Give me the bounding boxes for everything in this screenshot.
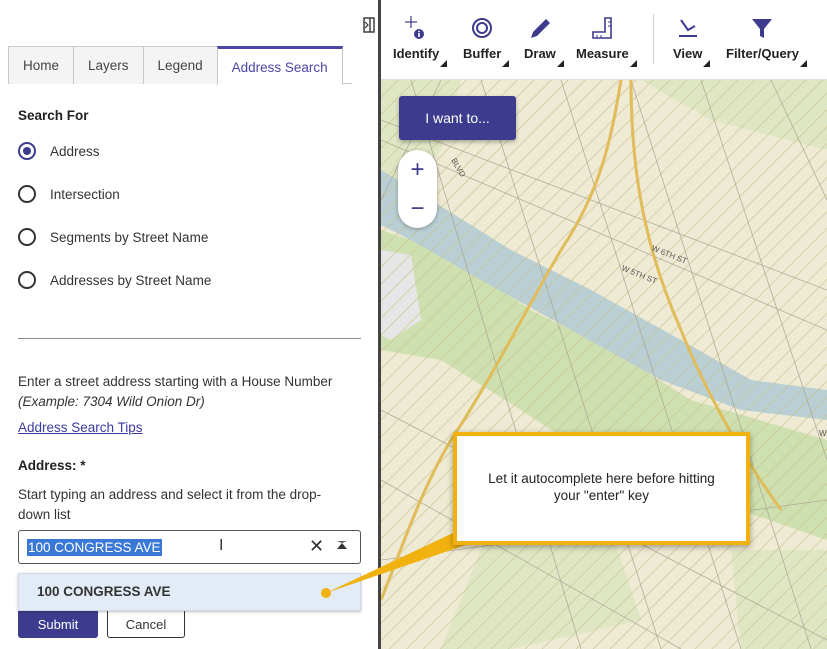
identify-icon xyxy=(393,14,439,46)
radio-intersection[interactable]: Intersection xyxy=(18,185,120,203)
tab-legend[interactable]: Legend xyxy=(142,46,218,84)
filter-query-tool[interactable]: Filter/Query xyxy=(726,14,807,67)
radio-unchecked-icon xyxy=(18,271,36,289)
address-hint-line2: down list xyxy=(18,507,71,522)
callout-line1: Let it autocomplete here before hitting xyxy=(488,471,715,486)
funnel-icon xyxy=(726,14,799,46)
tool-menu-indicator xyxy=(703,60,711,67)
measure-tool[interactable]: Measure xyxy=(576,14,637,67)
measure-label: Measure xyxy=(576,46,629,61)
search-for-heading: Search For xyxy=(18,108,89,123)
ruler-icon xyxy=(576,14,629,46)
i-want-to-button[interactable]: I want to... xyxy=(399,96,516,140)
draw-tool[interactable]: Draw xyxy=(524,14,564,67)
address-input-value: 100 CONGRESS AVE xyxy=(27,539,162,556)
tab-layers-label: Layers xyxy=(88,58,129,73)
zoom-out-button[interactable]: − xyxy=(398,189,437,228)
submit-button[interactable]: Submit xyxy=(18,611,98,638)
autocomplete-dropdown: 100 CONGRESS AVE xyxy=(18,573,361,611)
radio-address[interactable]: Address xyxy=(18,142,100,160)
address-field-label: Address: * xyxy=(18,458,86,473)
map-graphics: BLVD W 6TH ST W 5TH ST W xyxy=(381,80,827,649)
tab-home-label: Home xyxy=(23,58,60,73)
chevron-up-icon[interactable] xyxy=(337,541,347,549)
tool-menu-indicator xyxy=(629,60,637,67)
tool-menu-indicator xyxy=(799,60,807,67)
identify-tool[interactable]: Identify xyxy=(393,14,448,67)
cancel-button[interactable]: Cancel xyxy=(107,611,185,638)
radio-segments-by-street[interactable]: Segments by Street Name xyxy=(18,228,208,246)
view-label: View xyxy=(673,46,703,61)
radio-address-label: Address xyxy=(50,143,100,159)
buffer-label: Buffer xyxy=(463,46,502,61)
radio-checked-icon xyxy=(18,142,36,160)
address-hint-line1: Start typing an address and select it fr… xyxy=(18,487,322,502)
address-input[interactable]: 100 CONGRESS AVE Ι ✕ xyxy=(18,530,361,564)
radio-intersection-label: Intersection xyxy=(50,186,120,202)
view-icon xyxy=(673,14,702,46)
view-tool[interactable]: View xyxy=(673,14,711,67)
radio-unchecked-icon xyxy=(18,185,36,203)
tool-menu-indicator xyxy=(556,60,564,67)
tab-layers[interactable]: Layers xyxy=(73,46,144,84)
draw-label: Draw xyxy=(524,46,556,61)
map-toolbar: Identify Buffer Draw Measure View Filter… xyxy=(381,0,827,80)
zoom-in-button[interactable]: + xyxy=(398,150,437,189)
tab-bar: Home Layers Legend Address Search xyxy=(8,46,352,85)
tab-home[interactable]: Home xyxy=(8,46,75,84)
annotation-callout: Let it autocomplete here before hitting … xyxy=(453,432,750,545)
tab-address-search-label: Address Search xyxy=(231,59,328,75)
radio-addresses-label: Addresses by Street Name xyxy=(50,272,212,288)
radio-segments-label: Segments by Street Name xyxy=(50,229,209,245)
tab-address-search[interactable]: Address Search xyxy=(216,46,343,85)
buffer-tool[interactable]: Buffer xyxy=(463,14,510,67)
toolbar-separator xyxy=(653,14,654,64)
left-panel: Home Layers Legend Address Search Search… xyxy=(0,0,378,649)
radio-addresses-by-street[interactable]: Addresses by Street Name xyxy=(18,271,211,289)
filter-query-label: Filter/Query xyxy=(726,46,799,61)
radio-unchecked-icon xyxy=(18,228,36,246)
tab-legend-label: Legend xyxy=(157,58,203,73)
clear-input-icon[interactable]: ✕ xyxy=(309,536,324,557)
map-label-edge: W xyxy=(819,429,827,438)
text-cursor-icon: Ι xyxy=(219,537,224,554)
callout-line2: your "enter" key xyxy=(553,488,650,503)
zoom-control: + − xyxy=(398,150,437,228)
collapse-panel-icon[interactable] xyxy=(363,17,375,33)
instructions-text: Enter a street address starting with a H… xyxy=(18,374,333,389)
callout-text: Let it autocomplete here before hitting … xyxy=(467,470,736,504)
pencil-icon xyxy=(524,14,556,46)
tool-menu-indicator xyxy=(440,60,448,67)
tool-menu-indicator xyxy=(502,60,510,67)
section-divider xyxy=(18,338,361,339)
example-text: (Example: 7304 Wild Onion Dr) xyxy=(18,394,205,409)
autocomplete-option[interactable]: 100 CONGRESS AVE xyxy=(37,584,171,599)
map-canvas[interactable]: BLVD W 6TH ST W 5TH ST W xyxy=(381,80,827,649)
address-search-tips-link[interactable]: Address Search Tips xyxy=(18,418,143,438)
identify-label: Identify xyxy=(393,46,440,61)
buffer-icon xyxy=(463,14,501,46)
